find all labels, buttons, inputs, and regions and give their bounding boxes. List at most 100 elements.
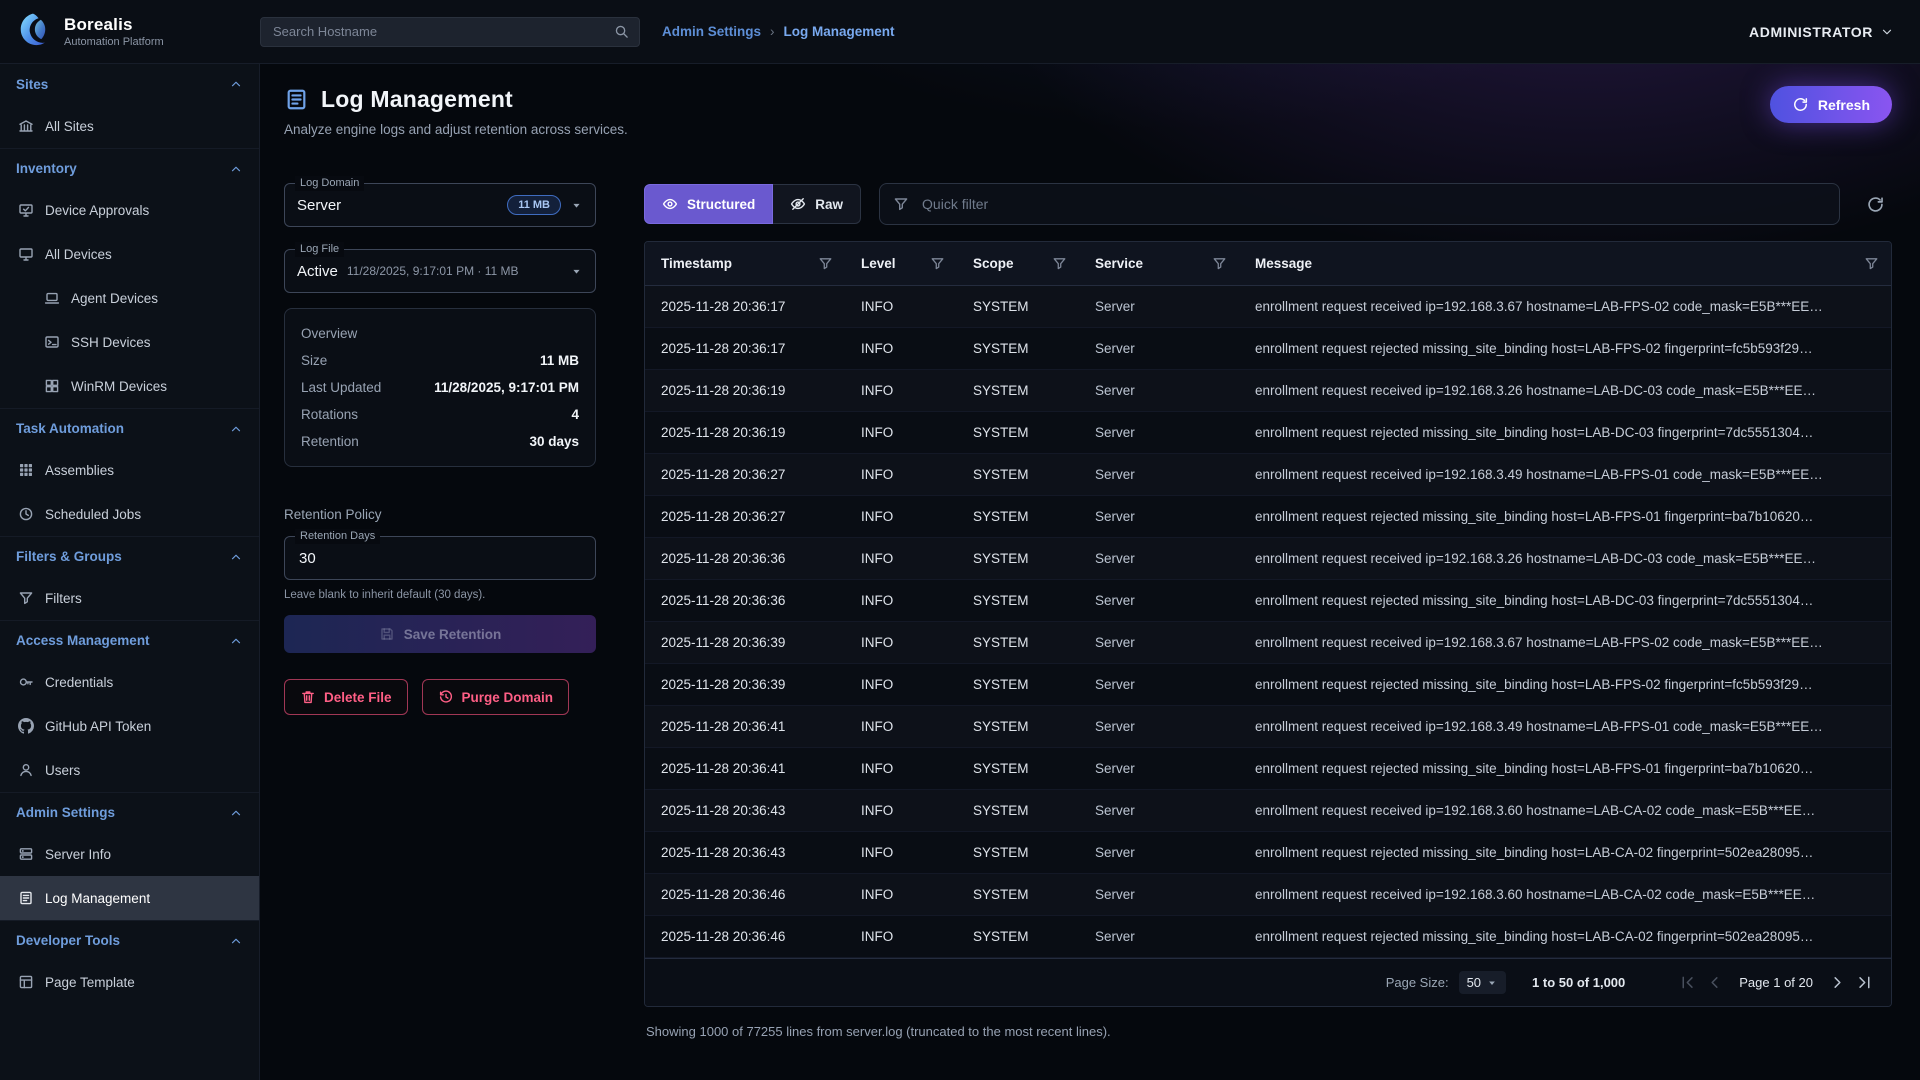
chevron-down-icon <box>570 265 583 278</box>
column-header-timestamp[interactable]: Timestamp <box>645 242 845 285</box>
log-domain-label: Log Domain <box>295 176 364 191</box>
filter-icon[interactable] <box>1864 256 1879 271</box>
filter-icon[interactable] <box>1212 256 1227 271</box>
structured-toggle[interactable]: Structured <box>644 184 773 224</box>
column-header-message[interactable]: Message <box>1239 242 1891 285</box>
overview-card: Overview Size11 MBLast Updated11/28/2025… <box>284 308 596 467</box>
history-icon <box>438 689 454 705</box>
prev-page-button[interactable] <box>1706 974 1723 991</box>
log-row: 2025-11-28 20:36:36INFOSYSTEMServerenrol… <box>645 538 1891 580</box>
filter-icon[interactable] <box>1052 256 1067 271</box>
sidebar-item-users[interactable]: Users <box>0 748 259 792</box>
server-info-icon <box>18 846 34 862</box>
filter-icon[interactable] <box>818 256 833 271</box>
log-row: 2025-11-28 20:36:17INFOSYSTEMServerenrol… <box>645 328 1891 370</box>
sidebar-section-developer-tools[interactable]: Developer Tools <box>0 920 259 960</box>
last-page-button[interactable] <box>1856 974 1873 991</box>
sidebar-section-access-management[interactable]: Access Management <box>0 620 259 660</box>
pagination: Page 1 of 20 <box>1679 974 1873 991</box>
sidebar-item-agent-devices[interactable]: Agent Devices <box>0 276 259 320</box>
sidebar-section-task-automation[interactable]: Task Automation <box>0 408 259 448</box>
log-file-select[interactable]: Log File Active 11/28/2025, 9:17:01 PM ·… <box>284 249 596 293</box>
sidebar-section-filters-groups[interactable]: Filters & Groups <box>0 536 259 576</box>
log-row: 2025-11-28 20:36:17INFOSYSTEMServerenrol… <box>645 286 1891 328</box>
sidebar-section-inventory[interactable]: Inventory <box>0 148 259 188</box>
winrm-devices-icon <box>44 378 60 394</box>
sidebar-item-ssh-devices[interactable]: SSH Devices <box>0 320 259 364</box>
quick-filter[interactable] <box>879 183 1840 225</box>
refresh-icon <box>1866 195 1885 214</box>
credentials-icon <box>18 674 34 690</box>
breadcrumb-admin-settings[interactable]: Admin Settings <box>662 24 761 39</box>
column-header-service[interactable]: Service <box>1079 242 1239 285</box>
save-retention-button[interactable]: Save Retention <box>284 615 596 653</box>
sidebar-item-device-approvals[interactable]: Device Approvals <box>0 188 259 232</box>
user-menu[interactable]: ADMINISTRATOR <box>1749 24 1920 40</box>
table-refresh-button[interactable] <box>1858 187 1892 221</box>
column-header-scope[interactable]: Scope <box>957 242 1079 285</box>
view-mode-toggle: Structured Raw <box>644 184 861 224</box>
sidebar-item-assemblies[interactable]: Assemblies <box>0 448 259 492</box>
sidebar-section-admin-settings[interactable]: Admin Settings <box>0 792 259 832</box>
log-row: 2025-11-28 20:36:36INFOSYSTEMServerenrol… <box>645 580 1891 622</box>
page-size-select[interactable]: 50 <box>1459 971 1506 994</box>
page-size-label: Page Size: <box>1386 975 1449 990</box>
log-row: 2025-11-28 20:36:27INFOSYSTEMServerenrol… <box>645 454 1891 496</box>
hostname-search[interactable] <box>260 17 640 47</box>
raw-toggle[interactable]: Raw <box>773 184 861 224</box>
refresh-button[interactable]: Refresh <box>1770 86 1892 123</box>
sidebar-section-sites[interactable]: Sites <box>0 64 259 104</box>
filter-icon[interactable] <box>930 256 945 271</box>
chevron-up-icon <box>229 162 243 176</box>
chevron-down-icon <box>570 199 583 212</box>
overview-row-retention: Retention30 days <box>301 428 579 455</box>
sidebar-item-credentials[interactable]: Credentials <box>0 660 259 704</box>
sidebar-item-github-api-token[interactable]: GitHub API Token <box>0 704 259 748</box>
breadcrumb-separator: › <box>770 24 775 39</box>
sidebar-item-log-management[interactable]: Log Management <box>0 876 259 920</box>
brand: Borealis Automation Platform <box>0 11 260 53</box>
refresh-icon <box>1792 96 1809 113</box>
chevron-up-icon <box>229 422 243 436</box>
sidebar-item-winrm-devices[interactable]: WinRM Devices <box>0 364 259 408</box>
purge-domain-button[interactable]: Purge Domain <box>422 679 570 715</box>
page-range: 1 to 50 of 1,000 <box>1532 975 1625 990</box>
column-header-level[interactable]: Level <box>845 242 957 285</box>
search-icon[interactable] <box>614 24 629 39</box>
log-domain-select[interactable]: Log Domain Server 11 MB <box>284 183 596 227</box>
retention-days-input[interactable] <box>297 549 583 568</box>
overview-row-size: Size11 MB <box>301 347 579 374</box>
sidebar-item-filters[interactable]: Filters <box>0 576 259 620</box>
log-row: 2025-11-28 20:36:39INFOSYSTEMServerenrol… <box>645 622 1891 664</box>
log-row: 2025-11-28 20:36:19INFOSYSTEMServerenrol… <box>645 370 1891 412</box>
sidebar-item-all-sites[interactable]: All Sites <box>0 104 259 148</box>
sidebar-item-scheduled-jobs[interactable]: Scheduled Jobs <box>0 492 259 536</box>
table-footer: Page Size: 50 1 to 50 of 1,000 Page 1 of… <box>645 958 1891 1006</box>
retention-days-field[interactable]: Retention Days <box>284 536 596 580</box>
first-page-button[interactable] <box>1679 974 1696 991</box>
chevron-up-icon <box>229 634 243 648</box>
log-file-meta: 11/28/2025, 9:17:01 PM · 11 MB <box>347 264 519 278</box>
save-icon <box>379 626 395 642</box>
agent-devices-icon <box>44 290 60 306</box>
log-row: 2025-11-28 20:36:19INFOSYSTEMServerenrol… <box>645 412 1891 454</box>
page-indicator: Page 1 of 20 <box>1739 975 1813 990</box>
sidebar-item-server-info[interactable]: Server Info <box>0 832 259 876</box>
search-input[interactable] <box>271 23 614 40</box>
chevron-up-icon <box>229 550 243 564</box>
next-page-button[interactable] <box>1829 974 1846 991</box>
breadcrumb-log-management[interactable]: Log Management <box>784 24 895 39</box>
sidebar-item-page-template[interactable]: Page Template <box>0 960 259 1004</box>
delete-file-button[interactable]: Delete File <box>284 679 408 715</box>
table-body: 2025-11-28 20:36:17INFOSYSTEMServerenrol… <box>645 286 1891 958</box>
sidebar-item-all-devices[interactable]: All Devices <box>0 232 259 276</box>
breadcrumb: Admin Settings › Log Management <box>662 24 895 39</box>
scheduled-jobs-icon <box>18 506 34 522</box>
overview-row-rotations: Rotations4 <box>301 401 579 428</box>
page-template-icon <box>18 974 34 990</box>
quick-filter-input[interactable] <box>920 195 1826 213</box>
log-toolbar: Structured Raw <box>644 183 1892 225</box>
log-row: 2025-11-28 20:36:41INFOSYSTEMServerenrol… <box>645 706 1891 748</box>
log-row: 2025-11-28 20:36:41INFOSYSTEMServerenrol… <box>645 748 1891 790</box>
users-icon <box>18 762 34 778</box>
